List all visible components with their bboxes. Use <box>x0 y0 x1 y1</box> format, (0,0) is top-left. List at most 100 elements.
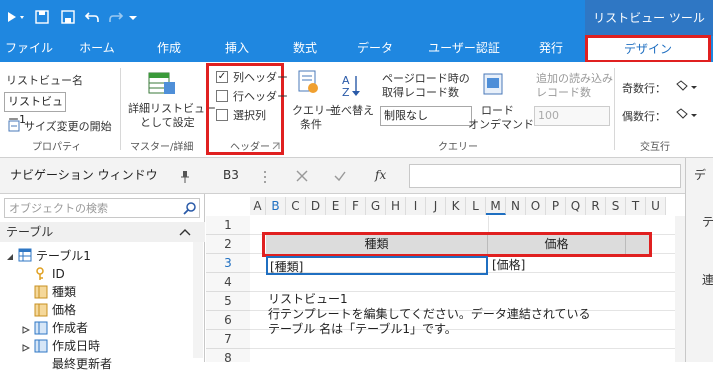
load-on-demand-icon <box>482 72 504 101</box>
formula-input[interactable] <box>409 164 681 188</box>
load-on-demand-line2: オンデマンド <box>468 118 534 131</box>
col-header-checkbox[interactable]: ✓ <box>216 71 228 83</box>
row-header-7[interactable]: 7 <box>206 330 250 349</box>
odd-row-color-icon[interactable] <box>674 80 698 97</box>
column-header-J[interactable]: J <box>426 197 446 215</box>
row-header-2[interactable]: 2 <box>206 235 250 254</box>
cell-ref-box[interactable]: B3 <box>223 169 239 182</box>
query-group-label: クエリー <box>438 142 478 153</box>
column-header-Q[interactable]: Q <box>566 197 586 215</box>
load-on-demand-button[interactable]: ロード <box>481 104 514 117</box>
column-header-E[interactable]: E <box>326 197 346 215</box>
app-menu-icon[interactable] <box>6 9 28 25</box>
nav-section-header[interactable]: テーブル <box>0 222 205 242</box>
tab-formula[interactable]: 数式 <box>276 36 334 62</box>
tree-item-kind[interactable]: 種類 <box>52 284 76 300</box>
save-as-icon[interactable] <box>60 9 76 25</box>
expand-collapse-icon[interactable] <box>6 251 14 264</box>
tree-item-id[interactable]: ID <box>52 266 65 282</box>
tree-item-created-at[interactable]: 作成日時 <box>52 338 100 354</box>
nav-search-box[interactable]: オブジェクトの検索 <box>4 198 200 218</box>
page-load-count-select[interactable]: 制限なし <box>380 106 472 126</box>
additional-load-label-2: レコード数 <box>536 86 591 99</box>
row-header-1[interactable]: 1 <box>206 216 250 235</box>
chevron-up-icon[interactable] <box>178 226 192 241</box>
fx-icon[interactable]: fx <box>375 169 386 182</box>
column-header-U[interactable]: U <box>646 197 666 215</box>
sheet-scrollbar[interactable] <box>675 216 685 362</box>
column-header-A[interactable]: A <box>250 197 266 215</box>
additional-load-input[interactable]: 100 <box>534 106 610 126</box>
column-header-I[interactable]: I <box>406 197 426 215</box>
confirm-icon[interactable] <box>333 169 347 186</box>
title-bar: リストビュー ツール <box>0 0 713 36</box>
tree-item-updater[interactable]: 最終更新者 <box>52 356 112 372</box>
search-icon[interactable] <box>183 201 197 218</box>
field-icon <box>34 303 48 320</box>
tab-data[interactable]: データ <box>346 36 404 62</box>
bound-cell-kind[interactable]: [種類] <box>266 256 488 275</box>
column-header-C[interactable]: C <box>286 197 306 215</box>
row-header-6[interactable]: 6 <box>206 311 250 330</box>
column-header-R[interactable]: R <box>586 197 606 215</box>
additional-load-label-1: 追加の読み込み <box>536 72 613 85</box>
column-header-S[interactable]: S <box>606 197 626 215</box>
column-header-L[interactable]: L <box>466 197 486 215</box>
customize-qa-icon[interactable] <box>128 9 138 25</box>
column-header-P[interactable]: P <box>546 197 566 215</box>
row-header-5[interactable]: 5 <box>206 292 250 311</box>
field-group-icon <box>34 339 48 356</box>
row-header-checkbox[interactable] <box>216 90 228 102</box>
save-icon[interactable] <box>34 9 50 25</box>
tab-file[interactable]: ファイル <box>0 36 58 62</box>
tab-home[interactable]: ホーム <box>68 36 126 62</box>
tab-insert[interactable]: 挿入 <box>208 36 266 62</box>
tab-publish[interactable]: 発行 <box>522 36 580 62</box>
row-header-3[interactable]: 3 <box>206 254 250 273</box>
resize-start-button[interactable]: サイズ変更の開始 <box>24 120 112 133</box>
ribbon-tabs: ファイル ホーム 作成 挿入 数式 データ ユーザー認証 発行 デザイン <box>0 35 713 63</box>
row-header-label: 行ヘッダー <box>233 90 288 103</box>
column-header-N[interactable]: N <box>506 197 526 215</box>
row-header-4[interactable]: 4 <box>206 273 250 292</box>
row-header-8[interactable]: 8 <box>206 349 250 362</box>
tab-create[interactable]: 作成 <box>140 36 198 62</box>
more-icon[interactable] <box>263 170 267 187</box>
column-header-G[interactable]: G <box>366 197 386 215</box>
context-tab-label: リストビュー ツール <box>585 0 713 36</box>
tab-design[interactable]: デザイン <box>585 35 711 63</box>
even-row-color-icon[interactable] <box>674 108 698 125</box>
undo-icon[interactable] <box>84 9 100 25</box>
pin-icon[interactable] <box>180 170 190 187</box>
listview-name-input[interactable]: リストビュー1 <box>4 92 66 126</box>
sel-col-checkbox[interactable] <box>216 109 228 121</box>
field-group-icon <box>34 321 48 338</box>
nav-scrollbar[interactable] <box>193 242 203 358</box>
nav-pane-header: ナビゲーション ウィンドウ <box>0 158 205 194</box>
sort-button[interactable]: 並べ替え <box>330 104 374 117</box>
field-icon <box>34 285 48 302</box>
expand-icon[interactable] <box>22 342 31 355</box>
column-header-H[interactable]: H <box>386 197 406 215</box>
tree-item-price[interactable]: 価格 <box>52 302 76 318</box>
alt-row-group-label: 交互行 <box>640 142 670 153</box>
detail-listview-button[interactable]: 詳細リストビュー <box>128 102 216 115</box>
column-header-T[interactable]: T <box>626 197 646 215</box>
tree-item-creator[interactable]: 作成者 <box>52 320 88 336</box>
table-icon <box>18 248 32 265</box>
cancel-icon[interactable] <box>295 169 309 186</box>
column-header-B[interactable]: B <box>266 197 286 215</box>
tree-item-table1[interactable]: テーブル1 <box>36 248 91 264</box>
column-header-M[interactable]: M <box>486 197 506 215</box>
col-header-label: 列ヘッダー <box>233 71 288 84</box>
tab-user-auth[interactable]: ユーザー認証 <box>420 36 508 62</box>
column-header-D[interactable]: D <box>306 197 326 215</box>
dialog-launcher-icon[interactable] <box>272 140 280 153</box>
column-header-F[interactable]: F <box>346 197 366 215</box>
redo-icon[interactable] <box>108 9 124 25</box>
bound-cell-price[interactable]: [価格] <box>490 256 628 275</box>
expand-icon[interactable] <box>22 324 31 337</box>
column-header-K[interactable]: K <box>446 197 466 215</box>
page-load-label-1: ページロード時の <box>382 72 470 85</box>
column-header-O[interactable]: O <box>526 197 546 215</box>
